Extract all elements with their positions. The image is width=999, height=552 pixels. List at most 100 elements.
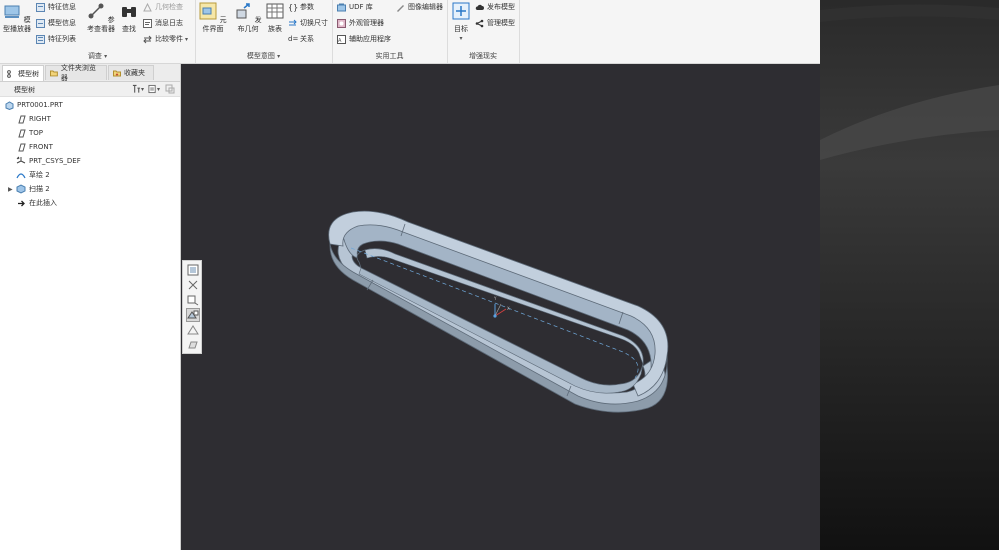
- desktop-background: [820, 0, 999, 550]
- sweep-icon: [16, 184, 26, 194]
- model-tree-icon: [7, 69, 11, 78]
- component-interface-icon: [199, 2, 217, 20]
- refit-icon[interactable]: [187, 264, 199, 276]
- datum-plane-icon: [16, 114, 26, 124]
- group-model-intent: 元件界面 发布几何 族表 {} 参数 切换尺寸 d= 关系 模型意图 ▾: [195, 0, 333, 63]
- geometry-check-button[interactable]: 几何检查: [143, 2, 183, 12]
- model-player-icon: [4, 5, 20, 18]
- udf-library-button[interactable]: UDF 库: [337, 2, 373, 12]
- tree-settings-dropdown-icon: ▾: [140, 85, 144, 93]
- group-utilities: UDF 库 外观管理器 A 辅助应用程序 图像编辑器 实用工具: [332, 0, 448, 63]
- group-investigate: 模型播放器 特征信息 模型信息 特征列表 参考查看器 查找 几何检查 消息日志 …: [0, 0, 196, 63]
- tree-item-insert-here[interactable]: 在此插入: [16, 197, 57, 209]
- tab-model-tree[interactable]: 模型树: [2, 65, 44, 81]
- tab-folder-browser[interactable]: 文件夹浏览器: [45, 64, 107, 82]
- tree-show-icon: [148, 84, 156, 94]
- appearance-manager-button[interactable]: 外观管理器: [337, 18, 384, 28]
- group-investigate-label[interactable]: 调查 ▾: [0, 51, 195, 61]
- parameters-icon: {}: [288, 2, 299, 12]
- datum-plane-icon: [16, 142, 26, 152]
- tree-filter-button[interactable]: [164, 83, 176, 95]
- geometry-check-icon: [143, 2, 152, 11]
- navigator-panel: 模型树 文件夹浏览器 收藏夹 模型树 ▾ ▾ PRT0001.PRT RIGHT…: [0, 64, 181, 550]
- group-model-intent-label[interactable]: 模型意图 ▾: [195, 51, 332, 61]
- group-investigate-dropdown-icon: ▾: [104, 53, 108, 60]
- cloud-upload-icon: [475, 4, 484, 10]
- image-editor-button[interactable]: 图像编辑器: [396, 2, 443, 12]
- relations-button[interactable]: d= 关系: [288, 34, 314, 44]
- csys-icon: [16, 156, 26, 166]
- tree-item-sketch[interactable]: 草绘 2: [16, 169, 50, 181]
- swept-model: Y X: [328, 210, 669, 413]
- tree-settings-button[interactable]: ▾: [132, 83, 144, 95]
- model-info-icon: [36, 18, 45, 28]
- model-info-button[interactable]: 模型信息: [36, 18, 76, 28]
- tree-show-button[interactable]: ▾: [148, 83, 160, 95]
- publish-geometry-button[interactable]: 发布几何: [231, 2, 265, 34]
- tree-show-dropdown-icon: ▾: [156, 85, 160, 93]
- group-model-intent-dropdown-icon: ▾: [277, 53, 281, 60]
- ribbon: 模型播放器 特征信息 模型信息 特征列表 参考查看器 查找 几何检查 消息日志 …: [0, 0, 820, 64]
- datum-display-icon[interactable]: [187, 339, 199, 351]
- part-icon: [4, 100, 14, 110]
- feature-list-button[interactable]: 特征列表: [36, 34, 76, 44]
- feature-info-button[interactable]: 特征信息: [36, 2, 76, 12]
- group-augmented-reality: 目标 ▾ 发布模型 管理模型 增强现实: [447, 0, 520, 63]
- udf-library-icon: [337, 3, 346, 11]
- saved-views-icon[interactable]: [187, 324, 199, 336]
- svg-text:Y: Y: [493, 296, 497, 301]
- tree-settings-icon: [132, 84, 141, 93]
- zoom-in-icon[interactable]: [187, 279, 199, 291]
- model-player-button[interactable]: 模型播放器: [1, 2, 33, 34]
- binoculars-icon: [122, 7, 136, 17]
- tree-item-csys[interactable]: PRT_CSYS_DEF: [16, 155, 81, 167]
- switch-dimensions-button[interactable]: 切换尺寸: [288, 18, 328, 28]
- view-toolbar: [182, 260, 202, 354]
- reference-viewer-button[interactable]: 参考查看器: [84, 2, 118, 34]
- group-augmented-reality-label: 增强现实: [469, 52, 497, 60]
- insert-arrow-icon: [16, 198, 26, 208]
- desktop-wallpaper: [820, 0, 999, 550]
- navigator-tabs: 模型树 文件夹浏览器 收藏夹: [0, 64, 180, 82]
- model-tree-toolbar: ▾ ▾: [132, 83, 176, 95]
- tree-item-right[interactable]: RIGHT: [16, 113, 51, 125]
- message-log-icon: [143, 18, 152, 28]
- component-interface-button[interactable]: 元件界面: [197, 2, 229, 34]
- tree-item-top[interactable]: TOP: [16, 127, 43, 139]
- manage-models-button[interactable]: 管理模型: [475, 18, 515, 28]
- share-icon: [475, 19, 484, 27]
- display-style-icon[interactable]: [186, 308, 200, 322]
- find-button[interactable]: 查找: [119, 2, 139, 34]
- appearance-manager-icon: [337, 18, 346, 28]
- aux-applications-icon: A: [337, 34, 346, 44]
- parameters-button[interactable]: {} 参数: [288, 2, 314, 12]
- tab-favorites[interactable]: 收藏夹: [108, 65, 154, 80]
- feature-list-icon: [36, 34, 45, 44]
- folder-icon: [50, 70, 58, 77]
- tree-filter-icon: [165, 84, 175, 94]
- switch-dimensions-icon: [289, 19, 297, 25]
- graphics-viewport[interactable]: Y X: [181, 64, 820, 550]
- family-table-icon: [266, 3, 284, 19]
- expand-arrow-icon[interactable]: ▶: [8, 186, 16, 193]
- relations-icon: d=: [288, 34, 299, 43]
- target-button[interactable]: 目标 ▾: [450, 2, 472, 43]
- compare-part-button[interactable]: 比较零件 ▾: [143, 34, 188, 44]
- group-utilities-label: 实用工具: [375, 52, 404, 60]
- publish-model-button[interactable]: 发布模型: [475, 2, 515, 12]
- target-dropdown-icon[interactable]: ▾: [450, 34, 472, 43]
- compare-part-dropdown-icon[interactable]: ▾: [185, 36, 188, 43]
- tree-item-part[interactable]: PRT0001.PRT: [4, 99, 63, 111]
- tree-item-sweep[interactable]: ▶ 扫描 2: [8, 183, 50, 195]
- family-table-button[interactable]: 族表: [265, 2, 285, 34]
- datum-plane-icon: [16, 128, 26, 138]
- tree-item-front[interactable]: FRONT: [16, 141, 53, 153]
- publish-geometry-icon: [236, 3, 251, 19]
- zoom-out-icon[interactable]: [187, 294, 199, 306]
- feature-info-icon: [36, 2, 45, 12]
- svg-text:X: X: [507, 306, 510, 311]
- target-icon: [452, 2, 470, 20]
- sketch-icon: [16, 170, 26, 180]
- message-log-button[interactable]: 消息日志: [143, 18, 183, 28]
- aux-applications-button[interactable]: A 辅助应用程序: [337, 34, 391, 44]
